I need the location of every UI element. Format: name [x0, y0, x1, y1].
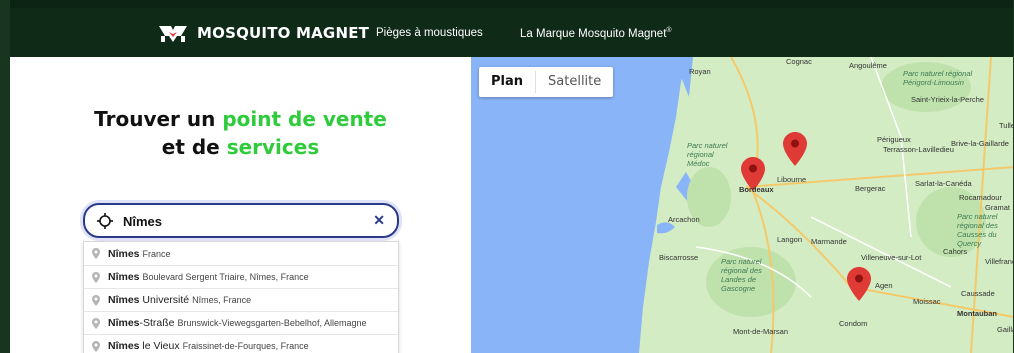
map-view[interactable]: Royan Angoulême Cognac Parc naturel régi… [471, 57, 1014, 353]
map-label-villeneuve: Villeneuve-sur-Lot [861, 253, 922, 262]
suggestion-detail: Fraissinet-de-Fourques, France [182, 341, 309, 351]
map-label-montauban: Montauban [957, 309, 997, 318]
suggestion-item[interactable]: Nîmes-Straße Brunswick-Viewegsgarten-Beb… [84, 311, 398, 334]
nav-link-traps[interactable]: Pièges à moustiques [376, 27, 483, 39]
map-label-marmande: Marmande [811, 237, 847, 246]
suggestion-match: Nîmes [108, 247, 140, 260]
suggestion-rest: -Straße [139, 317, 175, 329]
suggestion-main: Nîmes [108, 271, 140, 283]
map-label-condom: Condom [839, 319, 868, 328]
map-label-rocamadour: Rocamadour [959, 193, 1002, 202]
registered-mark: ® [666, 27, 672, 34]
title-line2-plain: et de [161, 135, 227, 159]
map-label-gramat: Gramat [985, 203, 1011, 212]
map-label-libourne: Libourne [777, 175, 807, 184]
suggestion-match: Nîmes [108, 317, 140, 329]
suggestion-match: Nîmes [108, 271, 140, 283]
suggestion-detail: France [142, 248, 171, 259]
map-label-brive: Brive-la-Gaillarde [951, 139, 1009, 148]
map-label-bergerac: Bergerac [855, 184, 886, 193]
map-label-perigord-park: Parc naturel régional Périgord-Limousin [903, 69, 973, 87]
map-label-caussade: Caussade [961, 289, 995, 298]
title-line1-highlight: point de vente [222, 107, 387, 131]
place-pin-icon [92, 248, 100, 259]
suggestion-detail: Boulevard Sergent Triaire, Nîmes, France [142, 272, 309, 282]
map-label-sarlat: Sarlat-la-Canéda [915, 179, 972, 188]
map-label-villefranche: Villefranc [985, 257, 1014, 266]
autocomplete-suggestions: Nîmes France Nîmes Boulevard Sergent Tri… [83, 241, 399, 353]
map-label-moissac: Moissac [913, 297, 941, 306]
map-label-medoc-park: Parc naturel régional Médoc [687, 141, 728, 168]
map-label-bordeaux: Bordeaux [739, 185, 774, 194]
location-search-box: ✕ [83, 203, 399, 238]
map-label-cahors: Cahors [943, 247, 968, 256]
close-icon[interactable]: ✕ [373, 212, 385, 229]
map-label-biscarrosse: Biscarrosse [659, 253, 699, 262]
suggestion-detail: Nîmes, France [192, 295, 252, 305]
suggestion-detail: Brunswick-Viewegsgarten-Bebelhof, Allema… [177, 318, 367, 328]
map-label-landes-park: Parc naturel régional des Landes de Gasc… [721, 257, 762, 293]
title-line1-plain: Trouver un [94, 107, 223, 131]
map-label-terrasson: Terrasson-Lavilledieu [883, 145, 954, 154]
location-search-input[interactable] [123, 211, 363, 231]
suggestion-rest: Université [139, 294, 190, 306]
map-label-cognac: Cognac [786, 57, 812, 66]
mosquito-logo-icon [159, 26, 187, 42]
map-label-mont-de-marsan: Mont-de-Marsan [733, 327, 789, 336]
place-pin-icon [92, 340, 100, 352]
map-label-gaillac: Gailla [997, 325, 1013, 334]
top-navigation-bar: MOSQUITO MAGNET Pièges à moustiques La M… [10, 0, 1013, 57]
page: MOSQUITO MAGNET Pièges à moustiques La M… [0, 0, 1014, 353]
brand-logo[interactable]: MOSQUITO MAGNET [155, 22, 369, 44]
place-pin-icon [92, 317, 100, 329]
map-label-arcachon: Arcachon [668, 215, 700, 224]
map-label-agen: Agen [875, 281, 893, 290]
suggestion-main: Nîmes-Straße [108, 317, 175, 329]
map-label-perigueux: Périgueux [877, 135, 911, 144]
suggestion-item[interactable]: Nîmes France [84, 242, 398, 265]
suggestion-main: Nîmes [108, 248, 140, 260]
nav-link-brand[interactable]: La Marque Mosquito Magnet® [520, 27, 672, 40]
locate-icon[interactable] [97, 213, 113, 229]
store-locator-panel: Trouver un point de vente et de services… [10, 57, 471, 353]
map-type-satellite-button[interactable]: Satellite [536, 67, 613, 97]
title-line-1: Trouver un point de vente [10, 105, 471, 133]
nav-link-brand-label: La Marque Mosquito Magnet [520, 27, 667, 40]
title-line-2: et de services [10, 133, 471, 161]
suggestion-item[interactable]: Nîmes Université Nîmes, France [84, 288, 398, 311]
suggestion-main: Nîmes le Vieux [108, 340, 180, 352]
suggestion-main: Nîmes Université [108, 294, 189, 306]
map-label-langon: Langon [777, 235, 803, 244]
map-type-plan-button[interactable]: Plan [479, 67, 535, 97]
map-label-tulle: Tulle [999, 121, 1014, 130]
place-pin-icon [92, 271, 100, 283]
map-label-royan: Royan [689, 67, 711, 76]
map-label-causses-park: Parc naturel régional des Causses du Que… [957, 212, 998, 248]
suggestion-rest: le Vieux [139, 340, 180, 352]
map-label-angouleme: Angoulême [849, 61, 887, 70]
suggestion-match: Nîmes [108, 340, 140, 352]
suggestion-match: Nîmes [108, 294, 140, 306]
place-pin-icon [92, 294, 100, 306]
map-label-saint-yrieix: Saint-Yrieix-la-Perche [911, 95, 984, 104]
brand-name: MOSQUITO MAGNET [197, 24, 370, 42]
suggestion-item[interactable]: Nîmes Boulevard Sergent Triaire, Nîmes, … [84, 265, 398, 288]
page-title: Trouver un point de vente et de services [10, 105, 471, 161]
map-type-switcher: Plan Satellite [479, 67, 614, 97]
title-line2-highlight: services [226, 135, 320, 159]
suggestion-item[interactable]: Nîmes le Vieux Fraissinet-de-Fourques, F… [84, 334, 398, 353]
